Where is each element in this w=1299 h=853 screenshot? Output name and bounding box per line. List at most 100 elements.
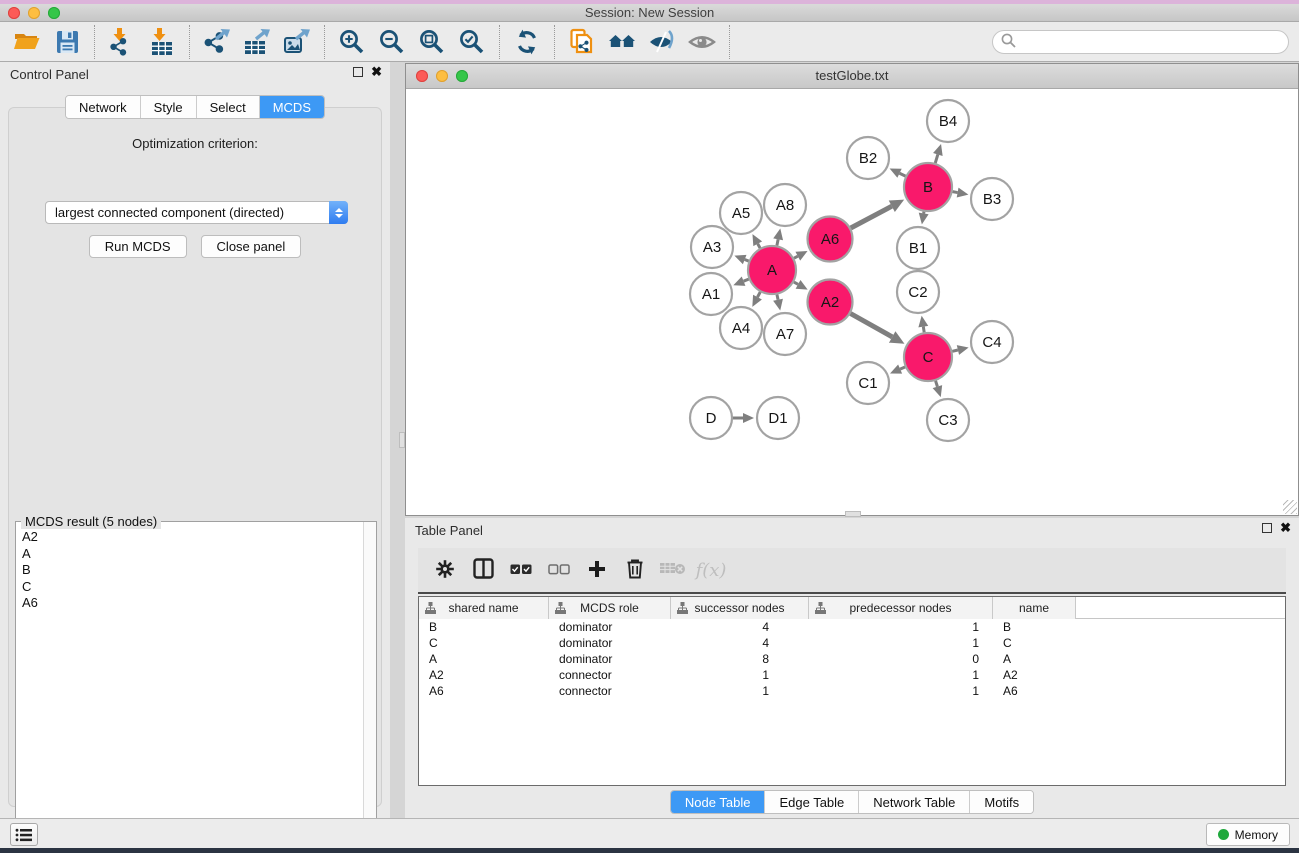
delete-column-button[interactable] — [618, 552, 652, 588]
search-input[interactable] — [1022, 34, 1280, 49]
graph-edge-A-A1[interactable] — [744, 279, 749, 281]
graph-edge-A-A3[interactable] — [745, 260, 749, 262]
search-field[interactable] — [992, 30, 1289, 54]
column-header-successor-nodes[interactable]: successor nodes — [671, 597, 809, 619]
close-panel-icon[interactable]: ✖ — [1280, 523, 1291, 533]
table-row[interactable]: A6connector11A6 — [419, 683, 1285, 699]
close-panel-button[interactable]: Close panel — [201, 235, 302, 258]
float-panel-icon[interactable] — [1262, 523, 1272, 533]
graph-edge-A-A7[interactable] — [777, 294, 778, 299]
table-row[interactable]: A2connector11A2 — [419, 667, 1285, 683]
table-cell[interactable]: 4 — [671, 635, 809, 651]
table-row[interactable]: Bdominator41B — [419, 619, 1285, 635]
column-header-predecessor-nodes[interactable]: predecessor nodes — [809, 597, 993, 619]
table-cell[interactable]: C — [993, 635, 1076, 651]
table-cell[interactable]: A — [993, 651, 1076, 667]
columns-button[interactable] — [466, 552, 500, 588]
network-graph[interactable]: B4B2BB3A5A8A6A3AB1A1A2C2A4A7C4CC1DD1C3 — [406, 89, 1298, 515]
duplicate-network-button[interactable] — [564, 25, 600, 59]
result-list-item[interactable]: A6 — [22, 595, 357, 612]
minimize-window-button[interactable] — [28, 7, 40, 19]
show-all-button[interactable] — [684, 25, 720, 59]
export-image-button[interactable] — [279, 25, 315, 59]
table-cell[interactable]: 1 — [809, 683, 993, 699]
save-session-button[interactable] — [49, 25, 85, 59]
table-cell[interactable]: A6 — [419, 683, 549, 699]
zoom-in-button[interactable] — [334, 25, 370, 59]
result-list-item[interactable]: A2 — [22, 529, 357, 546]
hide-selected-button[interactable] — [644, 25, 680, 59]
result-list-item[interactable]: A — [22, 546, 357, 563]
table-cell[interactable]: 1 — [809, 667, 993, 683]
network-canvas[interactable]: B4B2BB3A5A8A6A3AB1A1A2C2A4A7C4CC1DD1C3 — [406, 89, 1298, 515]
result-list-item[interactable]: C — [22, 579, 357, 596]
tab-edge-table[interactable]: Edge Table — [764, 791, 858, 813]
table-cell[interactable]: 1 — [671, 667, 809, 683]
table-cell[interactable]: 1 — [809, 619, 993, 635]
tab-select[interactable]: Select — [196, 96, 259, 118]
table-cell[interactable]: connector — [549, 667, 671, 683]
tab-network[interactable]: Network — [66, 96, 140, 118]
table-cell[interactable]: dominator — [549, 635, 671, 651]
table-cell[interactable]: connector — [549, 683, 671, 699]
close-window-button[interactable] — [8, 7, 20, 19]
network-minimize-button[interactable] — [436, 70, 448, 82]
tab-mcds[interactable]: MCDS — [259, 96, 324, 118]
run-mcds-button[interactable]: Run MCDS — [89, 235, 187, 258]
table-cell[interactable]: A — [419, 651, 549, 667]
panel-splitter-handle[interactable] — [399, 432, 405, 448]
float-panel-icon[interactable] — [353, 67, 363, 77]
table-cell[interactable]: 4 — [671, 619, 809, 635]
graph-edge-A-A6[interactable] — [794, 256, 798, 258]
table-settings-button[interactable] — [428, 552, 462, 588]
table-row[interactable]: Cdominator41C — [419, 635, 1285, 651]
task-history-button[interactable] — [10, 823, 38, 846]
column-header-MCDS-role[interactable]: MCDS role — [549, 597, 671, 619]
table-cell[interactable]: 8 — [671, 651, 809, 667]
table-cell[interactable]: 0 — [809, 651, 993, 667]
houses-button[interactable] — [604, 25, 640, 59]
table-cell[interactable]: B — [419, 619, 549, 635]
network-close-button[interactable] — [416, 70, 428, 82]
table-cell[interactable]: A6 — [993, 683, 1076, 699]
zoom-selected-button[interactable] — [454, 25, 490, 59]
network-window-titlebar[interactable]: testGlobe.txt — [406, 64, 1298, 89]
zoom-window-button[interactable] — [48, 7, 60, 19]
graph-edge-C-C4[interactable] — [952, 350, 958, 351]
table-cell[interactable]: 1 — [671, 683, 809, 699]
zoom-fit-button[interactable] — [414, 25, 450, 59]
node-table[interactable]: shared nameMCDS rolesuccessor nodesprede… — [418, 596, 1286, 786]
optimization-criterion-select[interactable]: largest connected component (directed) — [45, 201, 348, 224]
graph-edge-C-C1[interactable] — [900, 367, 905, 369]
select-all-button[interactable] — [504, 552, 538, 588]
table-cell[interactable]: A2 — [993, 667, 1076, 683]
table-cell[interactable]: C — [419, 635, 549, 651]
main-titlebar[interactable]: Session: New Session — [0, 4, 1299, 22]
column-header-shared-name[interactable]: shared name — [419, 597, 549, 619]
graph-edge-A-A2[interactable] — [794, 282, 798, 284]
graph-edge-A6-B[interactable] — [851, 206, 892, 228]
refresh-button[interactable] — [509, 25, 545, 59]
table-cell[interactable]: B — [993, 619, 1076, 635]
table-cell[interactable]: A2 — [419, 667, 549, 683]
graph-edge-A-A4[interactable] — [757, 292, 760, 297]
result-scrollbar[interactable] — [363, 522, 376, 853]
import-network-button[interactable] — [104, 25, 140, 59]
zoom-out-button[interactable] — [374, 25, 410, 59]
deselect-all-button[interactable] — [542, 552, 576, 588]
graph-edge-A-A5[interactable] — [758, 244, 760, 248]
tab-style[interactable]: Style — [140, 96, 196, 118]
network-zoom-button[interactable] — [456, 70, 468, 82]
resize-grip-icon[interactable] — [1283, 500, 1297, 514]
column-header-name[interactable]: name — [993, 597, 1076, 619]
graph-edge-B-B2[interactable] — [900, 173, 906, 176]
table-row[interactable]: Adominator80A — [419, 651, 1285, 667]
graph-edge-A-A8[interactable] — [777, 239, 778, 245]
export-network-button[interactable] — [199, 25, 235, 59]
memory-button[interactable]: Memory — [1206, 823, 1290, 846]
table-cell[interactable]: dominator — [549, 651, 671, 667]
tab-motifs[interactable]: Motifs — [969, 791, 1033, 813]
result-list-item[interactable]: B — [22, 562, 357, 579]
panel-splitter-handle[interactable] — [845, 511, 861, 517]
import-table-button[interactable] — [144, 25, 180, 59]
